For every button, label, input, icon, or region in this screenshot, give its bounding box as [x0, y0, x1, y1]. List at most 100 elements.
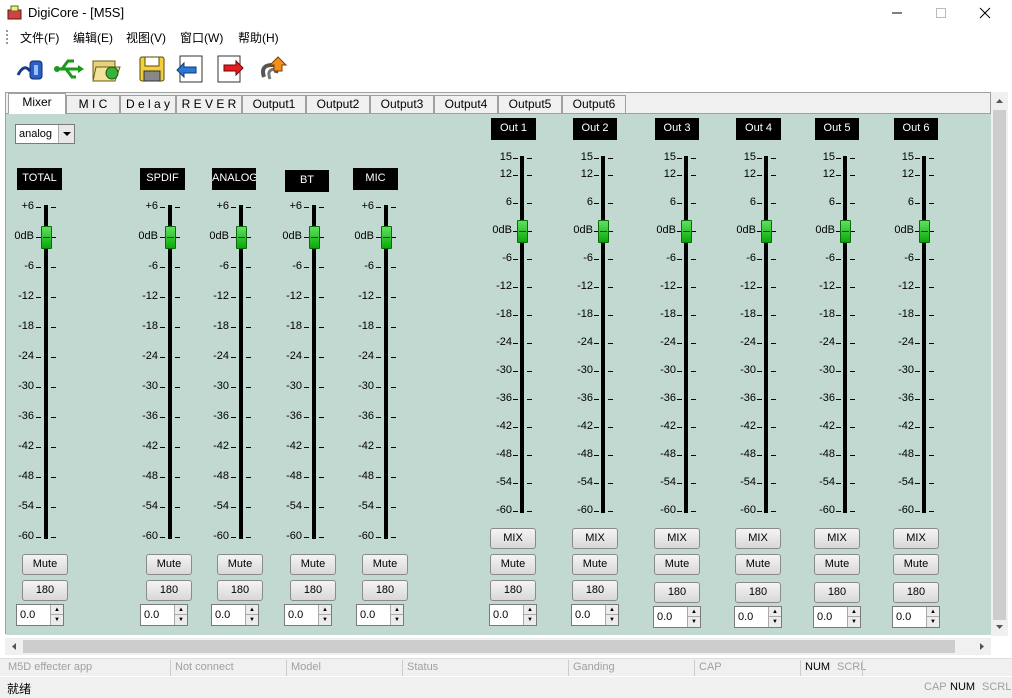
mute-button[interactable]: Mute — [572, 554, 618, 575]
phase-180-button[interactable]: 180 — [893, 582, 939, 603]
gain-spinbox[interactable]: 0.0 ▲ ▼ — [140, 604, 188, 626]
fader-track[interactable] — [843, 156, 847, 513]
spin-up-icon[interactable]: ▲ — [926, 607, 939, 617]
fader-thumb[interactable] — [41, 226, 52, 249]
spin-up-icon[interactable]: ▲ — [605, 605, 618, 615]
gain-spinbox[interactable]: 0.0 ▲ ▼ — [892, 606, 940, 628]
phase-180-button[interactable]: 180 — [572, 580, 618, 601]
mute-button[interactable]: Mute — [654, 554, 700, 575]
tab-mic[interactable]: M I C — [66, 95, 120, 114]
fader-thumb[interactable] — [165, 226, 176, 249]
horizontal-scrollbar[interactable] — [5, 638, 991, 655]
spin-down-icon[interactable]: ▼ — [390, 615, 403, 625]
gain-spinbox[interactable]: 0.0 ▲ ▼ — [734, 606, 782, 628]
mute-button[interactable]: Mute — [490, 554, 536, 575]
spin-up-icon[interactable]: ▲ — [245, 605, 258, 615]
fader-track[interactable] — [44, 205, 48, 539]
update-icon[interactable] — [258, 53, 290, 85]
mute-button[interactable]: Mute — [290, 554, 336, 575]
phase-180-button[interactable]: 180 — [146, 580, 192, 601]
tab-output5[interactable]: Output5 — [498, 95, 562, 114]
fader-thumb[interactable] — [517, 220, 528, 243]
phase-180-button[interactable]: 180 — [735, 582, 781, 603]
mute-button[interactable]: Mute — [217, 554, 263, 575]
mute-button[interactable]: Mute — [735, 554, 781, 575]
spin-up-icon[interactable]: ▲ — [318, 605, 331, 615]
menu-help[interactable]: 帮助(H) — [238, 29, 279, 46]
spin-down-icon[interactable]: ▼ — [847, 617, 860, 627]
mute-button[interactable]: Mute — [22, 554, 68, 575]
menu-window[interactable]: 窗口(W) — [180, 29, 223, 46]
mix-button[interactable]: MIX — [814, 528, 860, 549]
tab-delay[interactable]: D e l a y — [120, 95, 176, 114]
mute-button[interactable]: Mute — [146, 554, 192, 575]
minimize-button[interactable] — [874, 0, 920, 26]
fader-track[interactable] — [239, 205, 243, 539]
fader-track[interactable] — [312, 205, 316, 539]
gain-spinbox[interactable]: 0.0 ▲ ▼ — [211, 604, 259, 626]
fader-thumb[interactable] — [598, 220, 609, 243]
fader-track[interactable] — [764, 156, 768, 513]
usb-icon[interactable] — [52, 53, 84, 85]
menu-view[interactable]: 视图(V) — [126, 29, 166, 46]
mute-button[interactable]: Mute — [814, 554, 860, 575]
phase-180-button[interactable]: 180 — [290, 580, 336, 601]
spin-up-icon[interactable]: ▲ — [768, 607, 781, 617]
gain-spinbox[interactable]: 0.0 ▲ ▼ — [653, 606, 701, 628]
menu-edit[interactable]: 编辑(E) — [73, 29, 113, 46]
source-select[interactable]: analog — [15, 124, 75, 144]
fader-track[interactable] — [168, 205, 172, 539]
fader-thumb[interactable] — [236, 226, 247, 249]
scroll-down-icon[interactable] — [991, 620, 1008, 634]
tab-output1[interactable]: Output1 — [242, 95, 306, 114]
spin-up-icon[interactable]: ▲ — [390, 605, 403, 615]
tab-output6[interactable]: Output6 — [562, 95, 626, 114]
spin-up-icon[interactable]: ▲ — [174, 605, 187, 615]
gain-spinbox[interactable]: 0.0 ▲ ▼ — [571, 604, 619, 626]
fader-thumb[interactable] — [840, 220, 851, 243]
spin-down-icon[interactable]: ▼ — [50, 615, 63, 625]
tab-reverb[interactable]: R E V E R B — [176, 95, 242, 128]
connect-icon[interactable] — [14, 53, 46, 85]
phase-180-button[interactable]: 180 — [490, 580, 536, 601]
spin-down-icon[interactable]: ▼ — [174, 615, 187, 625]
phase-180-button[interactable]: 180 — [22, 580, 68, 601]
tab-output3[interactable]: Output3 — [370, 95, 434, 114]
scroll-left-icon[interactable] — [7, 638, 21, 655]
fader-thumb[interactable] — [381, 226, 392, 249]
spin-down-icon[interactable]: ▼ — [318, 615, 331, 625]
menu-file[interactable]: 文件(F) — [20, 29, 59, 46]
close-button[interactable] — [962, 0, 1008, 26]
open-file-icon[interactable] — [90, 53, 122, 85]
download-icon[interactable] — [214, 53, 246, 85]
spin-down-icon[interactable]: ▼ — [523, 615, 536, 625]
fader-thumb[interactable] — [761, 220, 772, 243]
mix-button[interactable]: MIX — [893, 528, 939, 549]
fader-thumb[interactable] — [681, 220, 692, 243]
phase-180-button[interactable]: 180 — [362, 580, 408, 601]
gain-spinbox[interactable]: 0.0 ▲ ▼ — [16, 604, 64, 626]
mute-button[interactable]: Mute — [893, 554, 939, 575]
fader-thumb[interactable] — [919, 220, 930, 243]
spin-up-icon[interactable]: ▲ — [523, 605, 536, 615]
mute-button[interactable]: Mute — [362, 554, 408, 575]
fader-track[interactable] — [384, 205, 388, 539]
phase-180-button[interactable]: 180 — [654, 582, 700, 603]
mix-button[interactable]: MIX — [490, 528, 536, 549]
vertical-scroll-thumb[interactable] — [993, 110, 1006, 620]
spin-up-icon[interactable]: ▲ — [50, 605, 63, 615]
spin-down-icon[interactable]: ▼ — [245, 615, 258, 625]
fader-track[interactable] — [684, 156, 688, 513]
mix-button[interactable]: MIX — [572, 528, 618, 549]
maximize-button[interactable] — [918, 0, 964, 26]
fader-track[interactable] — [601, 156, 605, 513]
fader-thumb[interactable] — [309, 226, 320, 249]
gain-spinbox[interactable]: 0.0 ▲ ▼ — [356, 604, 404, 626]
gain-spinbox[interactable]: 0.0 ▲ ▼ — [284, 604, 332, 626]
spin-up-icon[interactable]: ▲ — [687, 607, 700, 617]
scroll-up-icon[interactable] — [991, 94, 1008, 108]
tab-output4[interactable]: Output4 — [434, 95, 498, 114]
gain-spinbox[interactable]: 0.0 ▲ ▼ — [813, 606, 861, 628]
phase-180-button[interactable]: 180 — [814, 582, 860, 603]
save-icon[interactable] — [136, 53, 168, 85]
